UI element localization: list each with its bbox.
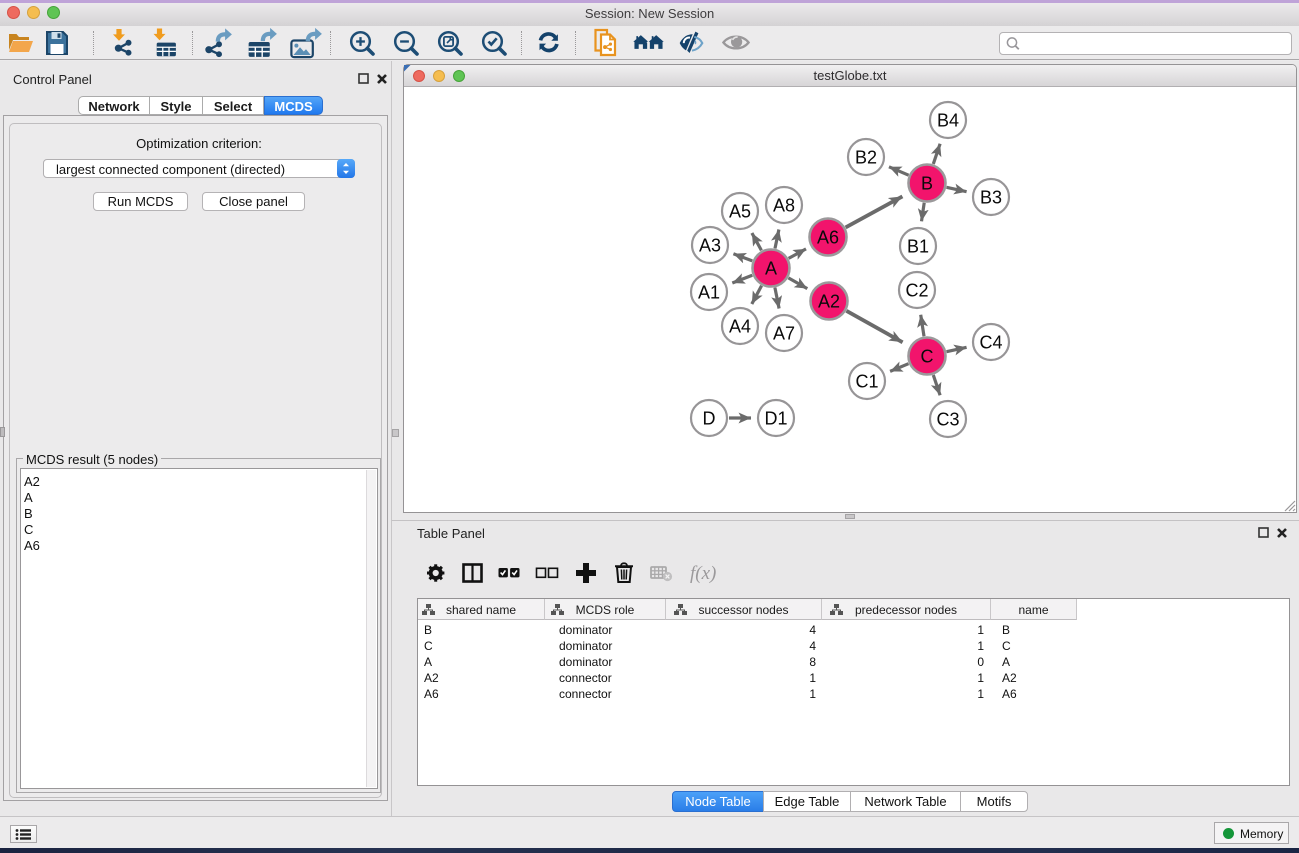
svg-text:C3: C3 xyxy=(936,410,959,430)
svg-text:D: D xyxy=(703,409,716,429)
svg-text:A8: A8 xyxy=(773,196,795,216)
svg-text:C: C xyxy=(921,347,934,367)
svg-text:A2: A2 xyxy=(818,292,840,312)
svg-text:C2: C2 xyxy=(905,281,928,301)
svg-text:A5: A5 xyxy=(729,202,751,222)
svg-text:f(x): f(x) xyxy=(690,563,716,584)
svg-text:A6: A6 xyxy=(817,228,839,248)
svg-text:B3: B3 xyxy=(980,188,1002,208)
svg-text:B2: B2 xyxy=(855,148,877,168)
svg-text:A3: A3 xyxy=(699,236,721,256)
svg-text:B: B xyxy=(921,174,933,194)
svg-text:A4: A4 xyxy=(729,317,751,337)
svg-text:B4: B4 xyxy=(937,111,959,131)
svg-text:B1: B1 xyxy=(907,237,929,257)
svg-text:A: A xyxy=(765,259,777,279)
svg-text:C1: C1 xyxy=(855,372,878,392)
svg-text:C4: C4 xyxy=(979,333,1002,353)
svg-text:A1: A1 xyxy=(698,283,720,303)
svg-text:D1: D1 xyxy=(764,409,787,429)
svg-text:A7: A7 xyxy=(773,324,795,344)
